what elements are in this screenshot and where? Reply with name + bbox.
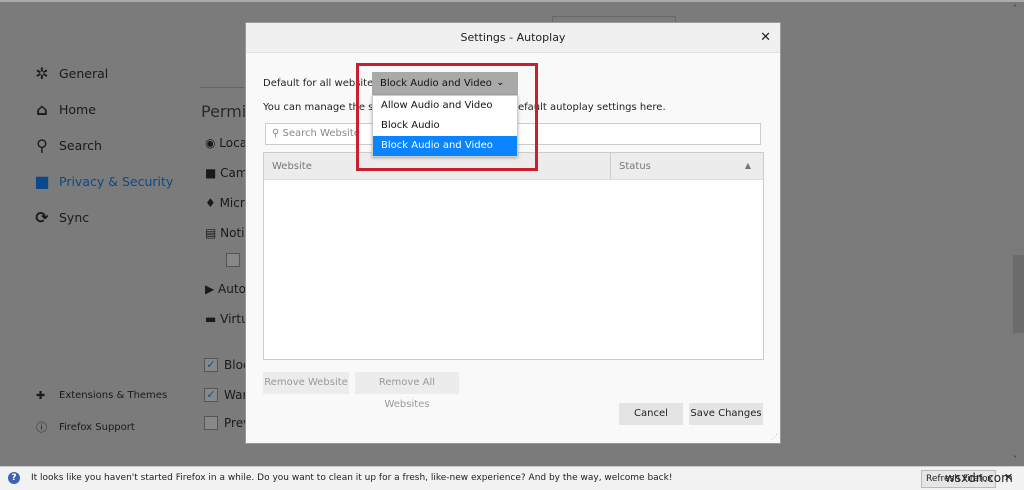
sidebar-item-label: Search <box>59 137 102 153</box>
checkbox[interactable] <box>204 416 218 430</box>
perm-location: ◉ Loca <box>205 136 248 150</box>
perm-virtual-reality: ▬ Virtu <box>205 312 249 326</box>
sidebar-extensions-themes[interactable]: ✚ Extensions & Themes <box>36 389 167 402</box>
perm-camera: ■ Cam <box>205 166 248 180</box>
sidebar-item-label: Firefox Support <box>59 421 135 433</box>
sidebar-item-privacy-security[interactable]: ■ Privacy & Security <box>33 171 174 191</box>
sidebar-item-label: General <box>59 65 109 81</box>
checkbox[interactable] <box>226 253 240 267</box>
save-changes-button[interactable]: Save Changes <box>689 403 763 425</box>
scrollbar-thumb[interactable] <box>1013 255 1024 333</box>
column-status[interactable]: Status <box>610 153 651 179</box>
dialog-title: Settings - Autoplay <box>460 31 566 44</box>
info-icon: ? <box>8 472 20 484</box>
sidebar-firefox-support[interactable]: ⓘ Firefox Support <box>36 419 135 435</box>
sidebar-item-label: Sync <box>59 209 90 225</box>
remove-website-button[interactable]: Remove Website <box>263 372 349 394</box>
remove-all-websites-button[interactable]: Remove All Websites <box>355 372 459 410</box>
perm-notifications: ▤ Noti <box>205 226 245 240</box>
highlight-box <box>356 63 538 171</box>
home-icon: ⌂ <box>36 99 48 119</box>
column-website[interactable]: Website <box>272 161 312 172</box>
scroll-down-icon[interactable]: ˅ <box>1013 455 1017 464</box>
watermark: wsxdn.com <box>945 471 1013 485</box>
notification-message: It looks like you haven't started Firefo… <box>31 473 673 483</box>
close-icon[interactable]: ✕ <box>760 23 771 53</box>
search-placeholder: Search Website <box>282 128 360 139</box>
gear-icon: ✲ <box>35 63 49 83</box>
scroll-up-icon[interactable]: ˄ <box>1013 4 1017 13</box>
resize-grip-icon[interactable]: ⋰ <box>771 433 778 441</box>
website-table: Website Status ▲ <box>263 152 764 360</box>
checkbox-checked[interactable]: ✓ <box>204 358 218 372</box>
search-icon: ⚲ <box>36 135 48 155</box>
dialog-titlebar: Settings - Autoplay ✕ <box>246 23 780 53</box>
notification-bar: ? It looks like you haven't started Fire… <box>0 466 1024 490</box>
puzzle-icon: ✚ <box>36 389 46 402</box>
sidebar-item-label: Extensions & Themes <box>59 390 168 401</box>
sidebar-item-home[interactable]: ⌂ Home <box>33 99 96 119</box>
sort-ascending-icon: ▲ <box>744 161 751 170</box>
perm-autoplay: ▶ Auto <box>205 282 246 296</box>
window-top-edge <box>0 0 1024 2</box>
sidebar-item-label: Privacy & Security <box>59 173 174 189</box>
lock-icon: ■ <box>34 171 50 191</box>
checkbox-checked[interactable]: ✓ <box>204 388 218 402</box>
sidebar-item-sync[interactable]: ⟳ Sync <box>33 207 90 227</box>
cancel-button[interactable]: Cancel <box>619 403 683 425</box>
autoplay-settings-dialog: Settings - Autoplay ✕ Default for all web… <box>245 22 781 444</box>
check-label: War <box>224 388 248 402</box>
help-icon: ⓘ <box>36 421 47 434</box>
sync-icon: ⟳ <box>35 207 49 227</box>
sidebar-item-general[interactable]: ✲ General <box>33 63 109 83</box>
sidebar-item-label: Home <box>59 101 96 117</box>
scrollbar[interactable]: ˄ ˅ <box>1010 2 1024 466</box>
sidebar-item-search[interactable]: ⚲ Search <box>33 135 102 155</box>
perm-microphone: ♦ Micr <box>205 196 245 210</box>
